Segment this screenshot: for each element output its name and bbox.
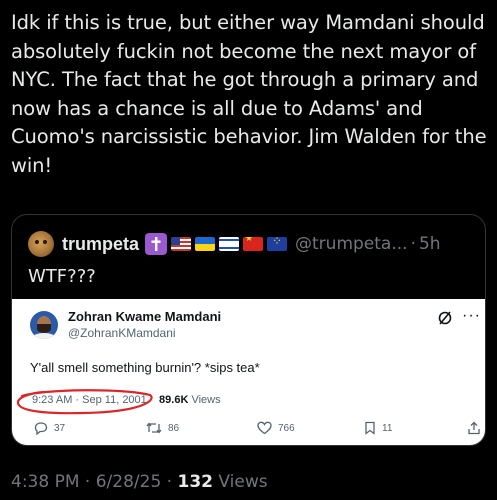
reply-action: 37	[34, 421, 65, 435]
embedded-author-name: Zohran Kwame Mamdani	[68, 309, 222, 324]
quoted-author-avatar[interactable]	[28, 231, 54, 257]
ukraine-flag-icon	[195, 237, 216, 251]
china-flag-icon	[243, 237, 264, 251]
embedded-author-avatar	[30, 311, 58, 339]
more-options-icon: ···	[462, 307, 481, 324]
red-circle-annotation	[16, 389, 153, 415]
share-icon	[468, 421, 480, 435]
like-count: 766	[278, 422, 295, 434]
repost-action: 86	[146, 421, 179, 435]
bookmark-icon	[365, 421, 375, 435]
cross-icon	[145, 233, 168, 255]
repost-count: 86	[168, 422, 180, 434]
embedded-tweet-text: Y'all smell something burnin'? *sips tea…	[30, 360, 260, 375]
embedded-tweet-actions: 37 86 766 11	[12, 419, 485, 443]
repost-icon	[146, 422, 162, 434]
post-text-line: now has a chance is all due to Adams' an…	[11, 96, 423, 120]
quoted-author-name[interactable]: trumpeta	[62, 234, 139, 255]
post-views-count: 132	[177, 472, 213, 492]
bookmark-count: 11	[382, 422, 393, 434]
post-date[interactable]: 6/28/25	[96, 472, 162, 492]
israel-flag-icon	[219, 237, 240, 251]
quoted-post-header: trumpeta @trumpeta... · 5h	[28, 229, 475, 259]
separator-dot: ·	[84, 472, 91, 492]
post-text-line: win!	[11, 153, 53, 177]
bookmark-action: 11	[364, 421, 392, 435]
post-text-line: absolutely fuckin not become the next ma…	[11, 39, 476, 63]
quoted-author-handle[interactable]: @trumpeta...	[295, 234, 408, 254]
post-text: Idk if this is true, but either way Mamd…	[11, 9, 495, 181]
separator-dot: ·	[166, 472, 173, 492]
post-meta: 4:38 PM · 6/28/25 · 132 Views	[11, 472, 268, 492]
separator-dot: ·	[410, 234, 416, 254]
post-time[interactable]: 4:38 PM	[11, 472, 80, 492]
quoted-post-time[interactable]: 5h	[419, 234, 441, 254]
embedded-author-handle: @ZohranKMamdani	[68, 326, 176, 340]
embedded-tweet-views-count: 89.6K	[159, 394, 189, 406]
embedded-tweet-views-label: Views	[191, 394, 221, 406]
post-views-label: Views	[218, 472, 268, 492]
quoted-post-text: WTF???	[28, 266, 96, 287]
reply-icon	[34, 422, 48, 435]
us-flag-icon	[171, 237, 192, 251]
grok-icon	[438, 311, 452, 325]
reply-count: 37	[54, 422, 66, 434]
quoted-post-card[interactable]: trumpeta @trumpeta... · 5h WTF??? Zohran…	[11, 214, 486, 446]
heart-icon	[257, 421, 272, 435]
eu-flag-icon	[267, 237, 288, 251]
post-text-line: Idk if this is true, but either way Mamd…	[11, 11, 485, 34]
like-action: 766	[257, 421, 295, 435]
post-text-line: NYC. The fact that he got through a prim…	[11, 68, 479, 92]
share-action	[467, 421, 485, 435]
embedded-tweet-screenshot[interactable]: Zohran Kwame Mamdani @ZohranKMamdani ···…	[12, 299, 485, 445]
post-text-line: Cuomo's narcissistic behavior. Jim Walde…	[11, 125, 487, 149]
